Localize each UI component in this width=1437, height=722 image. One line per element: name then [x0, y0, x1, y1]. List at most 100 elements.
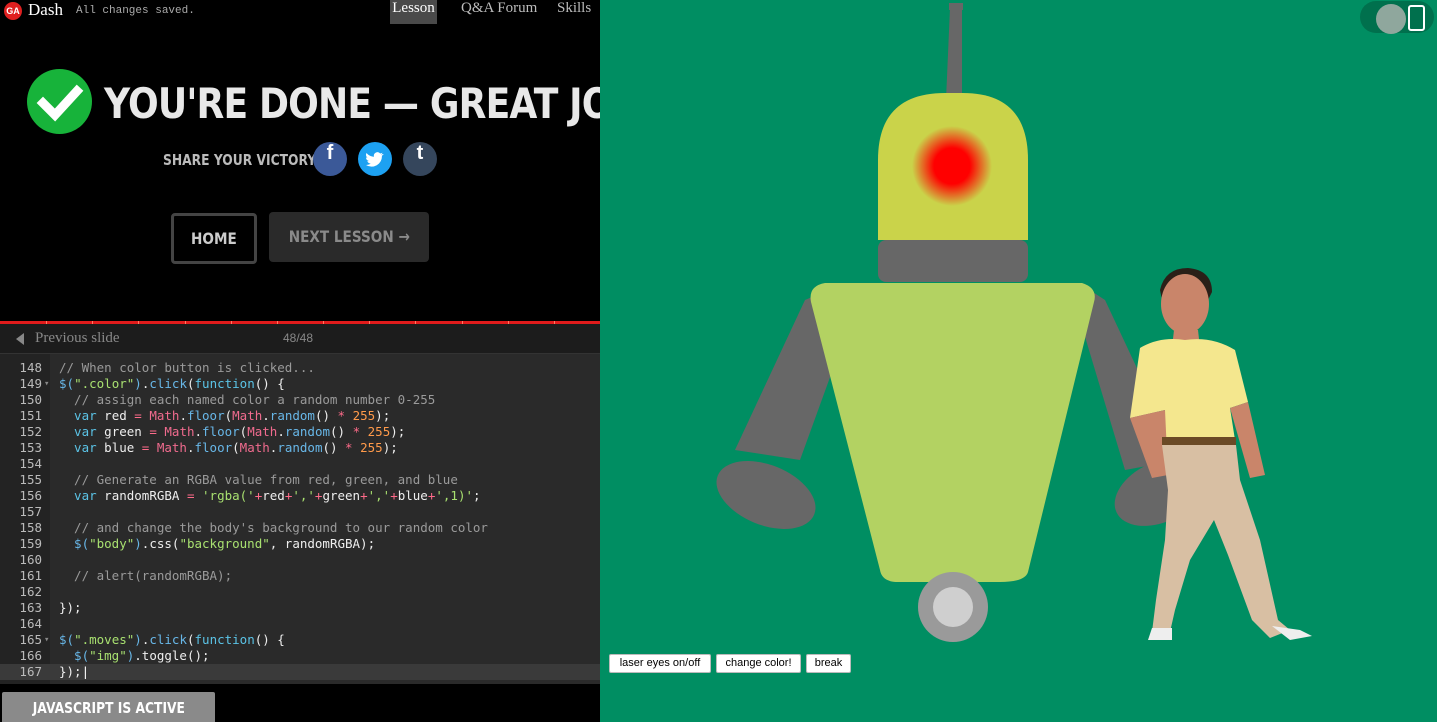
change-color-button[interactable]: change color! — [716, 654, 801, 673]
code-text: var red = Math.floor(Math.random() * 255… — [59, 408, 390, 424]
code-text: // and change the body's background to o… — [59, 520, 488, 536]
break-button[interactable]: break — [806, 654, 851, 673]
dancing-man-face — [1161, 274, 1209, 334]
code-line[interactable]: 150 // assign each named color a random … — [0, 392, 600, 408]
tab-qa-forum[interactable]: Q&A Forum — [455, 0, 543, 24]
code-text: $("body").css("background", randomRGBA); — [59, 536, 375, 552]
code-token: click — [149, 376, 187, 391]
next-lesson-button[interactable]: NEXT LESSON → — [269, 212, 429, 262]
code-line[interactable]: 160 — [0, 552, 600, 568]
twitter-icon[interactable] — [358, 142, 392, 176]
code-line[interactable]: 157 — [0, 504, 600, 520]
home-button-label: HOME — [191, 229, 237, 248]
code-token: . — [194, 424, 203, 439]
laser-eye — [912, 126, 992, 206]
code-token: ( — [186, 376, 195, 391]
code-text: var green = Math.floor(Math.random() * 2… — [59, 424, 405, 440]
code-token: $( — [59, 376, 75, 391]
code-token: blue — [397, 488, 428, 503]
code-token: blue — [96, 440, 142, 455]
code-text: // When color button is clicked... — [59, 360, 315, 376]
code-line[interactable]: 161 // alert(randomRGBA); — [0, 568, 600, 584]
code-token: function — [194, 376, 255, 391]
facebook-icon[interactable]: f — [313, 142, 347, 176]
code-text: $("img").toggle(); — [59, 648, 210, 664]
code-line[interactable]: 155 // Generate an RGBA value from red, … — [0, 472, 600, 488]
line-number: 149 — [19, 376, 42, 391]
code-token: ) — [134, 376, 142, 391]
code-token: function — [194, 632, 255, 647]
next-lesson-label: NEXT LESSON → — [288, 227, 410, 246]
code-line[interactable]: 167 });| — [0, 664, 600, 680]
code-token: () { — [254, 632, 285, 647]
code-token: random — [284, 424, 330, 439]
line-number: 159 — [19, 536, 42, 551]
slide-navigation: Previous slide 48/48 — [0, 324, 600, 354]
code-text: $(".color").click(function() { — [59, 376, 285, 392]
code-line[interactable]: 148 // When color button is clicked... — [0, 360, 600, 376]
code-line[interactable]: 166 $("img").toggle(); — [0, 648, 600, 664]
tab-lesson[interactable]: Lesson — [390, 0, 437, 24]
code-line[interactable]: 153 var blue = Math.floor(Math.random() … — [0, 440, 600, 456]
code-text: });| — [59, 664, 89, 680]
code-text: // Generate an RGBA value from red, gree… — [59, 472, 458, 488]
line-number: 161 — [19, 568, 42, 583]
code-token: + — [360, 488, 368, 503]
code-line[interactable]: 164 — [0, 616, 600, 632]
line-number: 167 — [19, 664, 42, 679]
code-token: $( — [59, 632, 75, 647]
code-token: ',' — [367, 488, 391, 503]
code-line[interactable]: 149 ▾ $(".color").click(function() { — [0, 376, 600, 392]
fold-arrow-icon[interactable]: ▾ — [44, 376, 49, 392]
code-token: }); — [59, 600, 82, 615]
javascript-active-tab[interactable]: JAVASCRIPT IS ACTIVE — [2, 692, 215, 722]
robot-left-hand — [716, 461, 816, 529]
code-token: "body" — [89, 536, 135, 551]
line-number: 155 — [19, 472, 42, 487]
code-token: ; — [473, 488, 481, 503]
code-token: () — [322, 440, 346, 455]
code-token: = — [149, 424, 157, 439]
dancing-man-left-shoe — [1148, 628, 1172, 640]
code-line[interactable]: 163}); — [0, 600, 600, 616]
code-token: // and change the body's background to o… — [59, 520, 488, 535]
code-token: var — [59, 440, 97, 455]
code-line[interactable]: 159 $("body").css("background", randomRG… — [0, 536, 600, 552]
code-editor[interactable]: 148 // When color button is clicked... 149… — [0, 354, 600, 684]
left-arrow-icon[interactable] — [16, 333, 24, 345]
fold-arrow-icon[interactable]: ▾ — [44, 632, 49, 648]
code-token: ".moves" — [74, 632, 135, 647]
code-line[interactable]: 156 var randomRGBA = 'rgba('+red+','+gre… — [0, 488, 600, 504]
code-token: * — [352, 424, 361, 439]
code-line[interactable]: 158 // and change the body's background … — [0, 520, 600, 536]
ga-logo[interactable]: GA — [4, 2, 22, 20]
code-line[interactable]: 154 — [0, 456, 600, 472]
code-token: ); — [382, 440, 398, 455]
code-token: floor — [202, 424, 240, 439]
code-line[interactable]: 165 ▾ $(".moves").click(function() { — [0, 632, 600, 648]
code-token: green — [96, 424, 150, 439]
code-token: 255 — [367, 424, 391, 439]
share-label: SHARE YOUR VICTORY: — [163, 151, 321, 169]
code-line[interactable]: 151 var red = Math.floor(Math.random() *… — [0, 408, 600, 424]
code-line[interactable]: 152 var green = Math.floor(Math.random()… — [0, 424, 600, 440]
tumblr-icon[interactable]: t — [403, 142, 437, 176]
code-token: .toggle(); — [134, 648, 210, 663]
app-name[interactable]: Dash — [28, 0, 63, 20]
home-button[interactable]: HOME — [171, 213, 257, 264]
line-number: 165 — [19, 632, 42, 647]
code-token: Math — [149, 408, 180, 423]
line-number: 164 — [19, 616, 42, 631]
code-token: . — [262, 408, 270, 423]
laser-eyes-button[interactable]: laser eyes on/off — [609, 654, 711, 673]
code-token: 255 — [352, 408, 376, 423]
code-token: . — [179, 408, 187, 423]
code-token: ( — [232, 440, 240, 455]
previous-slide-link[interactable]: Previous slide — [35, 329, 120, 347]
tab-skills[interactable]: Skills — [551, 0, 597, 24]
text-cursor: | — [81, 664, 90, 679]
code-line[interactable]: 162 — [0, 584, 600, 600]
code-token: var — [59, 488, 97, 503]
code-token: () — [314, 408, 338, 423]
